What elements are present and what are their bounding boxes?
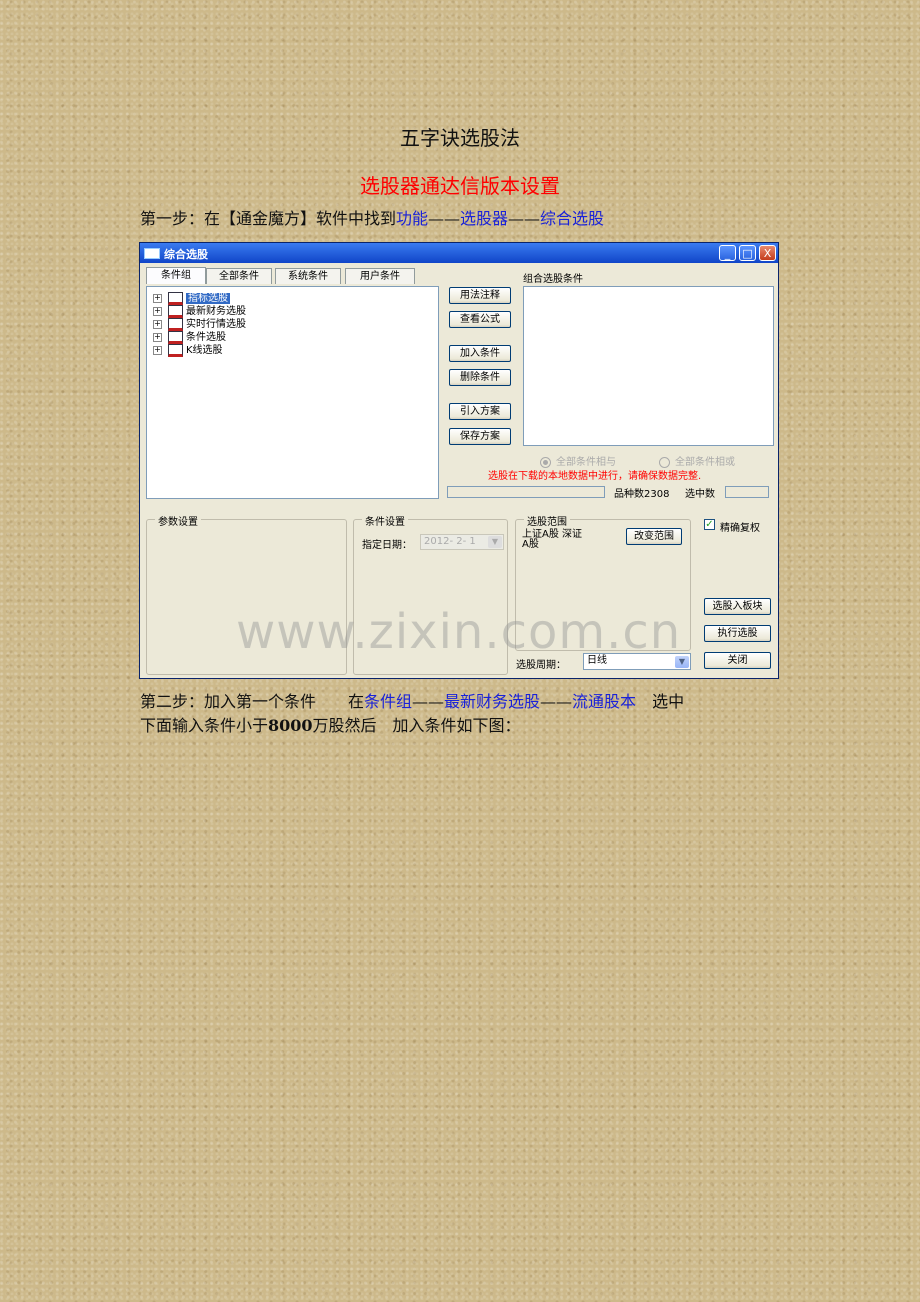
watermark: www.zixin.com.cn <box>236 604 682 660</box>
tree-item[interactable]: + 实时行情选股 <box>153 315 246 331</box>
step2-link-group: 条件组 <box>364 692 413 711</box>
window-app-icon <box>144 248 160 259</box>
combo-conditions-label: 组合选股条件 <box>523 274 583 285</box>
tree-item[interactable]: + 条件选股 <box>153 328 226 344</box>
close-window-button[interactable]: X <box>759 245 776 261</box>
step2-suffix: 选中 <box>636 692 685 711</box>
change-range-button[interactable]: 改变范围 <box>626 528 682 545</box>
selected-count-field <box>725 486 769 498</box>
step1-prefix: 第一步：在【通金魔方】软件中找到 <box>140 209 397 228</box>
add-condition-button[interactable]: 加入条件 <box>449 345 511 362</box>
window-title: 综合选股 <box>164 248 208 261</box>
radio-or[interactable]: 全部条件相或 <box>659 453 735 468</box>
stock-count: 品种数2308 <box>614 489 670 500</box>
tree-item[interactable]: + K线选股 <box>153 341 223 357</box>
maximize-button[interactable]: □ <box>739 245 756 261</box>
delete-condition-button[interactable]: 删除条件 <box>449 369 511 386</box>
exact-adjust-label: 精确复权 <box>720 523 760 534</box>
minimize-button[interactable]: _ <box>719 245 736 261</box>
step2-link-float: 流通股本 <box>572 692 637 711</box>
step1-sep: —— <box>508 209 541 228</box>
tab-user-conditions[interactable]: 用户条件 <box>345 268 415 284</box>
step2-sep: —— <box>540 692 573 711</box>
step2-link-finance: 最新财务选股 <box>444 692 541 711</box>
date-label: 指定日期： <box>362 540 412 551</box>
date-picker[interactable]: 2012- 2- 1 ▼ <box>420 534 504 550</box>
window-titlebar: 综合选股 _ □ X <box>140 243 778 263</box>
selected-count-label: 选中数 <box>685 489 715 500</box>
step2-line2-a: 下面输入条件小于 <box>140 716 269 735</box>
tree-item[interactable]: + 指标选股 <box>153 289 230 305</box>
condition-tree[interactable]: + 指标选股 + 最新财务选股 + 实时行情选股 + 条件选股 + K线选股 <box>146 286 439 499</box>
radio-and[interactable]: 全部条件相与 <box>540 453 616 468</box>
to-block-button[interactable]: 选股入板块 <box>704 598 771 615</box>
step2-prefix: 第二步：加入第一个条件 在 <box>140 692 365 711</box>
step2-sep: —— <box>412 692 445 711</box>
exact-adjust-checkbox[interactable]: ✓ <box>704 519 715 530</box>
step2-line2-b: 万股然后 加入条件如下图： <box>312 716 521 735</box>
step2-paragraph: 第二步：加入第一个条件 在条件组——最新财务选股——流通股本 选中 下面输入条件… <box>140 690 780 738</box>
tree-item[interactable]: + 最新财务选股 <box>153 302 246 318</box>
usage-note-button[interactable]: 用法注释 <box>449 287 511 304</box>
doc-subtitle: 选股器通达信版本设置 <box>360 174 560 198</box>
expand-icon[interactable]: + <box>153 345 162 355</box>
progress-field <box>447 486 605 498</box>
step1-paragraph: 第一步：在【通金魔方】软件中找到功能——选股器——综合选股 <box>140 207 604 231</box>
data-warning: 选股在下载的本地数据中进行，请确保数据完整. <box>488 471 702 482</box>
step2-number: 8000 <box>268 716 313 735</box>
doc-title: 五字诀选股法 <box>400 126 520 150</box>
condition-settings-title: 条件设置 <box>362 513 408 528</box>
step1-link-combo: 综合选股 <box>540 209 605 228</box>
tab-all-conditions[interactable]: 全部条件 <box>206 268 272 284</box>
dropdown-arrow-icon[interactable]: ▼ <box>488 536 502 548</box>
combo-conditions-list[interactable] <box>523 286 774 446</box>
step1-link-selector: 选股器 <box>460 209 509 228</box>
stock-range-title: 选股范围 <box>524 513 570 528</box>
import-plan-button[interactable]: 引入方案 <box>449 403 511 420</box>
step1-link-function: 功能 <box>396 209 429 228</box>
folder-icon <box>168 343 183 357</box>
execute-button[interactable]: 执行选股 <box>704 625 771 642</box>
radio-and-icon[interactable] <box>540 456 551 468</box>
save-plan-button[interactable]: 保存方案 <box>449 428 511 445</box>
tab-condition-group[interactable]: 条件组 <box>146 267 206 284</box>
close-button[interactable]: 关闭 <box>704 652 771 669</box>
params-group-title: 参数设置 <box>155 513 201 528</box>
radio-or-icon[interactable] <box>659 456 670 468</box>
range-text: 上证A股 深证 A股 <box>522 529 583 550</box>
view-formula-button[interactable]: 查看公式 <box>449 311 511 328</box>
step1-sep: —— <box>428 209 461 228</box>
tab-system-conditions[interactable]: 系统条件 <box>275 268 341 284</box>
